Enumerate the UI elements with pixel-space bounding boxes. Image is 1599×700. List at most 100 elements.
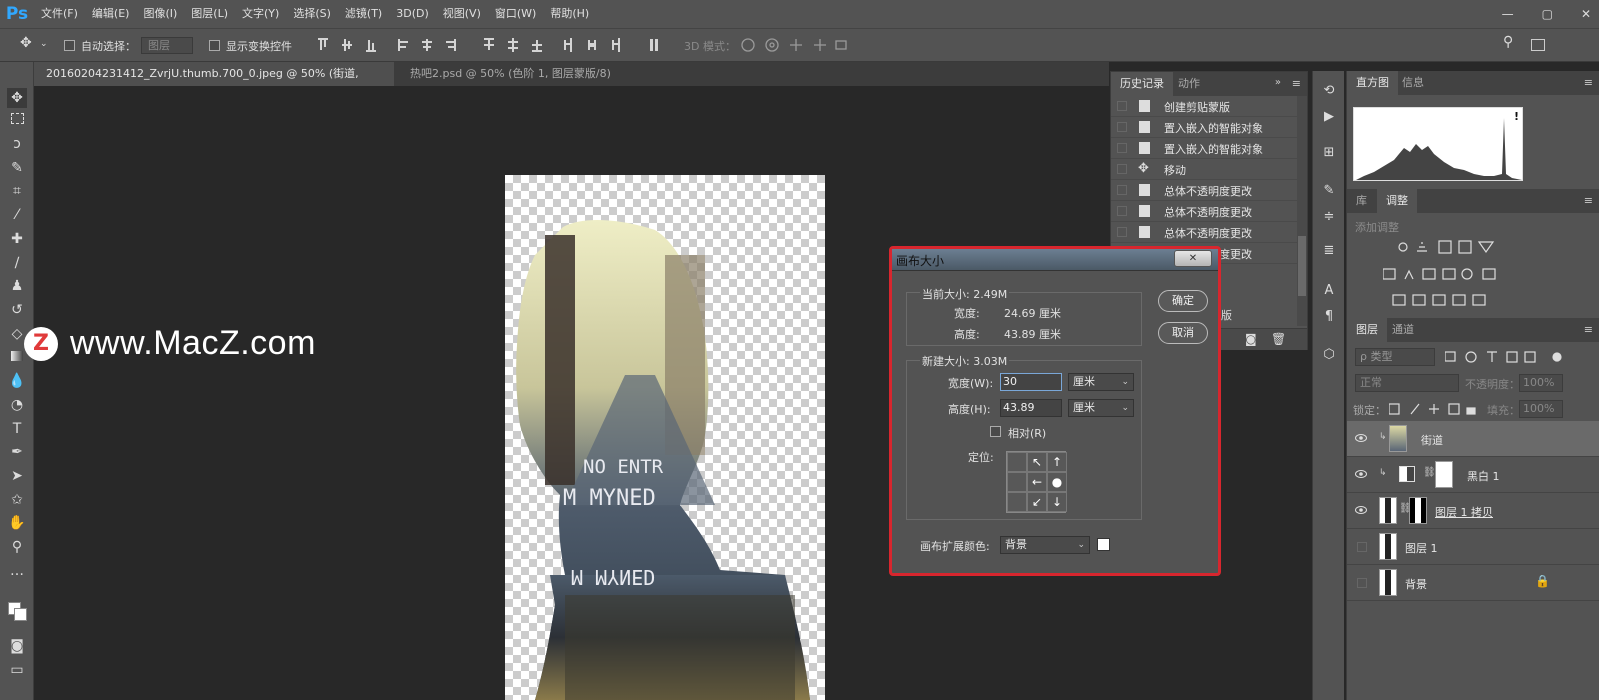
width-unit-select[interactable]: 厘米 ⌄	[1068, 373, 1134, 391]
history-item[interactable]: 总体不透明度更改	[1111, 201, 1297, 222]
quick-select-tool-icon[interactable]: ✎	[7, 158, 27, 178]
zoom-tool-icon[interactable]: ⚲	[7, 537, 27, 557]
panel-collapse-icon[interactable]: »	[1275, 77, 1281, 88]
layer-mask-thumbnail[interactable]	[1409, 497, 1427, 524]
tab-info[interactable]: 信息	[1393, 71, 1433, 95]
menu-image[interactable]: 图像(I)	[136, 0, 184, 28]
warning-icon[interactable]: !	[1514, 110, 1519, 123]
anchor-middle-right[interactable]: ●	[1047, 472, 1067, 492]
menu-filter[interactable]: 滤镜(T)	[338, 0, 389, 28]
layer-name[interactable]: 街道	[1421, 432, 1443, 448]
layer-name[interactable]: 图层 1	[1405, 540, 1438, 556]
3d-mode-icons[interactable]	[740, 37, 852, 53]
quick-mask-icon[interactable]: ◙	[7, 636, 27, 656]
blend-mode-select[interactable]: 正常	[1355, 374, 1459, 392]
extension-color-swatch[interactable]	[1097, 538, 1110, 551]
panel-menu-icon[interactable]: ≡	[1584, 76, 1593, 89]
relative-checkbox[interactable]	[990, 426, 1001, 437]
brush-tool-icon[interactable]: ∕	[7, 253, 27, 273]
layer-name[interactable]: 图层 1 拷贝	[1435, 504, 1493, 520]
anchor-top-left[interactable]	[1007, 452, 1027, 472]
layer-name[interactable]: 背景	[1405, 576, 1427, 592]
close-window-button[interactable]: ✕	[1581, 7, 1591, 21]
screen-mode-icon[interactable]: ▭	[7, 660, 27, 680]
visibility-toggle-empty[interactable]	[1357, 578, 1367, 588]
layer-mask-thumbnail[interactable]	[1435, 461, 1453, 488]
character-panel-icon[interactable]: A	[1321, 283, 1337, 299]
adjustments-icon[interactable]: ≑	[1321, 209, 1337, 225]
history-item[interactable]: ✥ 移动	[1111, 159, 1297, 180]
marquee-tool-icon[interactable]	[7, 110, 27, 130]
anchor-top-right[interactable]: ↑	[1047, 452, 1067, 472]
auto-select-dropdown[interactable]: 图层	[141, 37, 193, 54]
link-icon[interactable]: ⛓	[1423, 467, 1436, 478]
trash-icon[interactable]: 🗑	[1271, 332, 1286, 346]
history-brush-tool-icon[interactable]: ↺	[7, 300, 27, 320]
anchor-bottom-center[interactable]: ↙	[1027, 492, 1047, 512]
type-tool-icon[interactable]: T	[7, 419, 27, 439]
cancel-button[interactable]: 取消	[1158, 322, 1208, 344]
menu-edit[interactable]: 编辑(E)	[85, 0, 137, 28]
tab-document-1[interactable]: 20160204231412_ZvrjU.thumb.700_0.jpeg @ …	[34, 62, 394, 104]
layer-row[interactable]: ↳ 街道	[1347, 421, 1599, 457]
menu-type[interactable]: 文字(Y)	[235, 0, 286, 28]
anchor-middle-left[interactable]	[1007, 472, 1027, 492]
layer-row[interactable]: ⛓ 图层 1 拷贝	[1347, 493, 1599, 529]
menu-help[interactable]: 帮助(H)	[543, 0, 596, 28]
paragraph-panel-icon[interactable]: ¶	[1321, 309, 1337, 325]
history-item[interactable]: 总体不透明度更改	[1111, 222, 1297, 243]
anchor-middle-center[interactable]: ←	[1027, 472, 1047, 492]
tab-histogram[interactable]: 直方图	[1347, 71, 1398, 95]
stamp-tool-icon[interactable]: ♟	[7, 276, 27, 296]
properties-icon[interactable]: ≣	[1321, 243, 1337, 259]
menu-layer[interactable]: 图层(L)	[184, 0, 235, 28]
visibility-toggle-empty[interactable]	[1357, 542, 1367, 552]
more-tools-icon[interactable]: …	[7, 561, 27, 581]
layer-filter-select[interactable]: ρ 类型	[1355, 348, 1435, 366]
background-color-swatch[interactable]	[14, 608, 27, 621]
tab-document-2[interactable]: 热吧2.psd @ 50% (色阶 1, 图层蒙版/8) ×	[398, 62, 638, 104]
document-canvas[interactable]: NO ENTR M MYNED M MYNED	[505, 175, 825, 700]
libraries-panel-icon[interactable]: ⊞	[1321, 145, 1337, 161]
show-transform-checkbox[interactable]	[209, 40, 220, 51]
tab-channels[interactable]: 通道	[1383, 318, 1423, 342]
fill-input[interactable]: 100%	[1519, 400, 1563, 418]
tab-adjustments[interactable]: 调整	[1377, 189, 1417, 213]
auto-select-checkbox[interactable]	[64, 40, 75, 51]
workspace-icon[interactable]	[1531, 39, 1545, 51]
history-item[interactable]: 总体不透明度更改	[1111, 180, 1297, 201]
panel-menu-icon[interactable]: ≡	[1292, 77, 1301, 90]
dialog-close-button[interactable]: ✕	[1174, 250, 1212, 267]
tab-library[interactable]: 库	[1347, 189, 1376, 213]
layer-row[interactable]: 背景 🔒	[1347, 565, 1599, 601]
anchor-bottom-left[interactable]	[1007, 492, 1027, 512]
history-scrollbar[interactable]	[1297, 96, 1307, 326]
anchor-bottom-right[interactable]: ↓	[1047, 492, 1067, 512]
history-panel-icon[interactable]: ⟲	[1321, 83, 1337, 99]
hand-tool-icon[interactable]: ✋	[7, 513, 27, 533]
dodge-tool-icon[interactable]: ◔	[7, 395, 27, 415]
layer-row[interactable]: 图层 1	[1347, 529, 1599, 565]
history-item[interactable]: 置入嵌入的智能对象	[1111, 138, 1297, 159]
actions-panel-icon[interactable]: ▶	[1321, 109, 1337, 125]
search-icon[interactable]: ⚲	[1503, 34, 1517, 50]
dialog-title-bar[interactable]: 画布大小 ✕	[892, 249, 1218, 271]
menu-3d[interactable]: 3D(D)	[389, 0, 436, 28]
blur-tool-icon[interactable]: 💧	[7, 371, 27, 391]
brush-panel-icon[interactable]: ✎	[1321, 183, 1337, 199]
height-input[interactable]: 43.89	[1000, 399, 1062, 417]
menu-file[interactable]: 文件(F)	[34, 0, 85, 28]
3d-panel-icon[interactable]: ⬡	[1321, 347, 1337, 363]
width-input[interactable]: 30	[1000, 373, 1062, 391]
chevron-down-icon[interactable]: ⌄	[40, 39, 54, 53]
layer-row[interactable]: ↳ ⛓ 黑白 1	[1347, 457, 1599, 493]
panel-menu-icon[interactable]: ≡	[1584, 323, 1593, 336]
tab-actions[interactable]: 动作	[1169, 72, 1209, 96]
anchor-top-center[interactable]: ↖	[1027, 452, 1047, 472]
eyedropper-tool-icon[interactable]: ⁄	[7, 205, 27, 225]
visibility-eye-icon[interactable]	[1355, 505, 1367, 515]
history-item[interactable]: 创建剪贴蒙版	[1111, 96, 1297, 117]
layer-name[interactable]: 黑白 1	[1467, 468, 1500, 484]
move-tool-icon[interactable]: ✥	[7, 88, 27, 108]
extension-color-select[interactable]: 背景 ⌄	[1000, 536, 1090, 554]
